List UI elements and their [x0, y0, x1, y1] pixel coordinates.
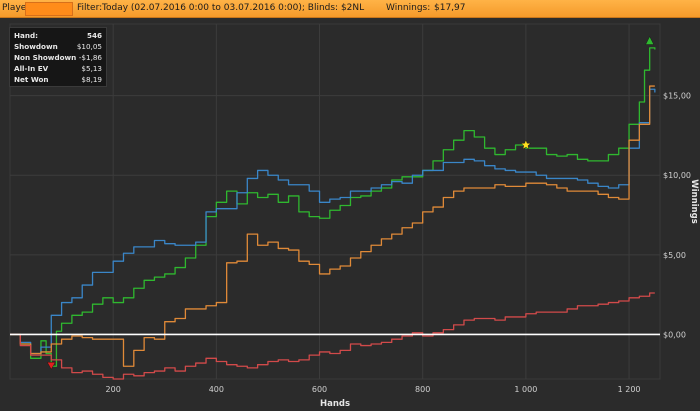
stats-label: Non Showdown: [14, 53, 77, 62]
stats-row-non-showdown: Non Showdown -$1,86: [14, 52, 102, 63]
stats-panel: Hand: 546 Showdown $10,05 Non Showdown -…: [9, 27, 107, 87]
winnings-value: $17,97: [434, 3, 466, 13]
x-axis-label: Hands: [320, 399, 350, 409]
stats-label: Showdown: [14, 42, 58, 51]
y-tick-label: $15,00: [663, 92, 691, 101]
stats-value: $8,19: [81, 75, 102, 84]
x-tick-label: 600: [312, 385, 327, 394]
x-tick-label: 400: [209, 385, 224, 394]
y-tick-label: $5,00: [663, 251, 686, 260]
stats-row-allin-ev: All-In EV $5,13: [14, 63, 102, 74]
y-axis-label: Winnings: [689, 179, 699, 224]
x-tick-label: 200: [106, 385, 121, 394]
y-tick-label: $10,00: [663, 171, 691, 180]
stats-label: Hand:: [14, 31, 39, 40]
stats-row-hand: Hand: 546: [14, 30, 102, 41]
stats-label: Net Won: [14, 75, 49, 84]
stats-value: 546: [86, 31, 102, 40]
stats-value: $10,05: [76, 42, 102, 51]
filter-label: Filter:: [77, 3, 103, 13]
stats-value: $5,13: [81, 64, 102, 73]
filter-value[interactable]: Today (02.07.2016 0:00 to 03.07.2016 0:0…: [102, 3, 364, 13]
stats-value: -$1,86: [78, 53, 102, 62]
stats-row-showdown: Showdown $10,05: [14, 41, 102, 52]
winnings-label: Winnings:: [386, 3, 431, 13]
stats-label: All-In EV: [14, 64, 49, 73]
x-tick-label: 1 200: [618, 385, 641, 394]
y-tick-label: $0,00: [663, 330, 686, 339]
filter-bar: Player: Filter: Today (02.07.2016 0:00 t…: [0, 0, 700, 18]
plot-area: [9, 23, 661, 380]
x-tick-label: 800: [415, 385, 430, 394]
player-field[interactable]: [25, 2, 73, 16]
stats-row-net-won: Net Won $8,19: [14, 74, 102, 85]
x-tick-label: 1 000: [514, 385, 537, 394]
